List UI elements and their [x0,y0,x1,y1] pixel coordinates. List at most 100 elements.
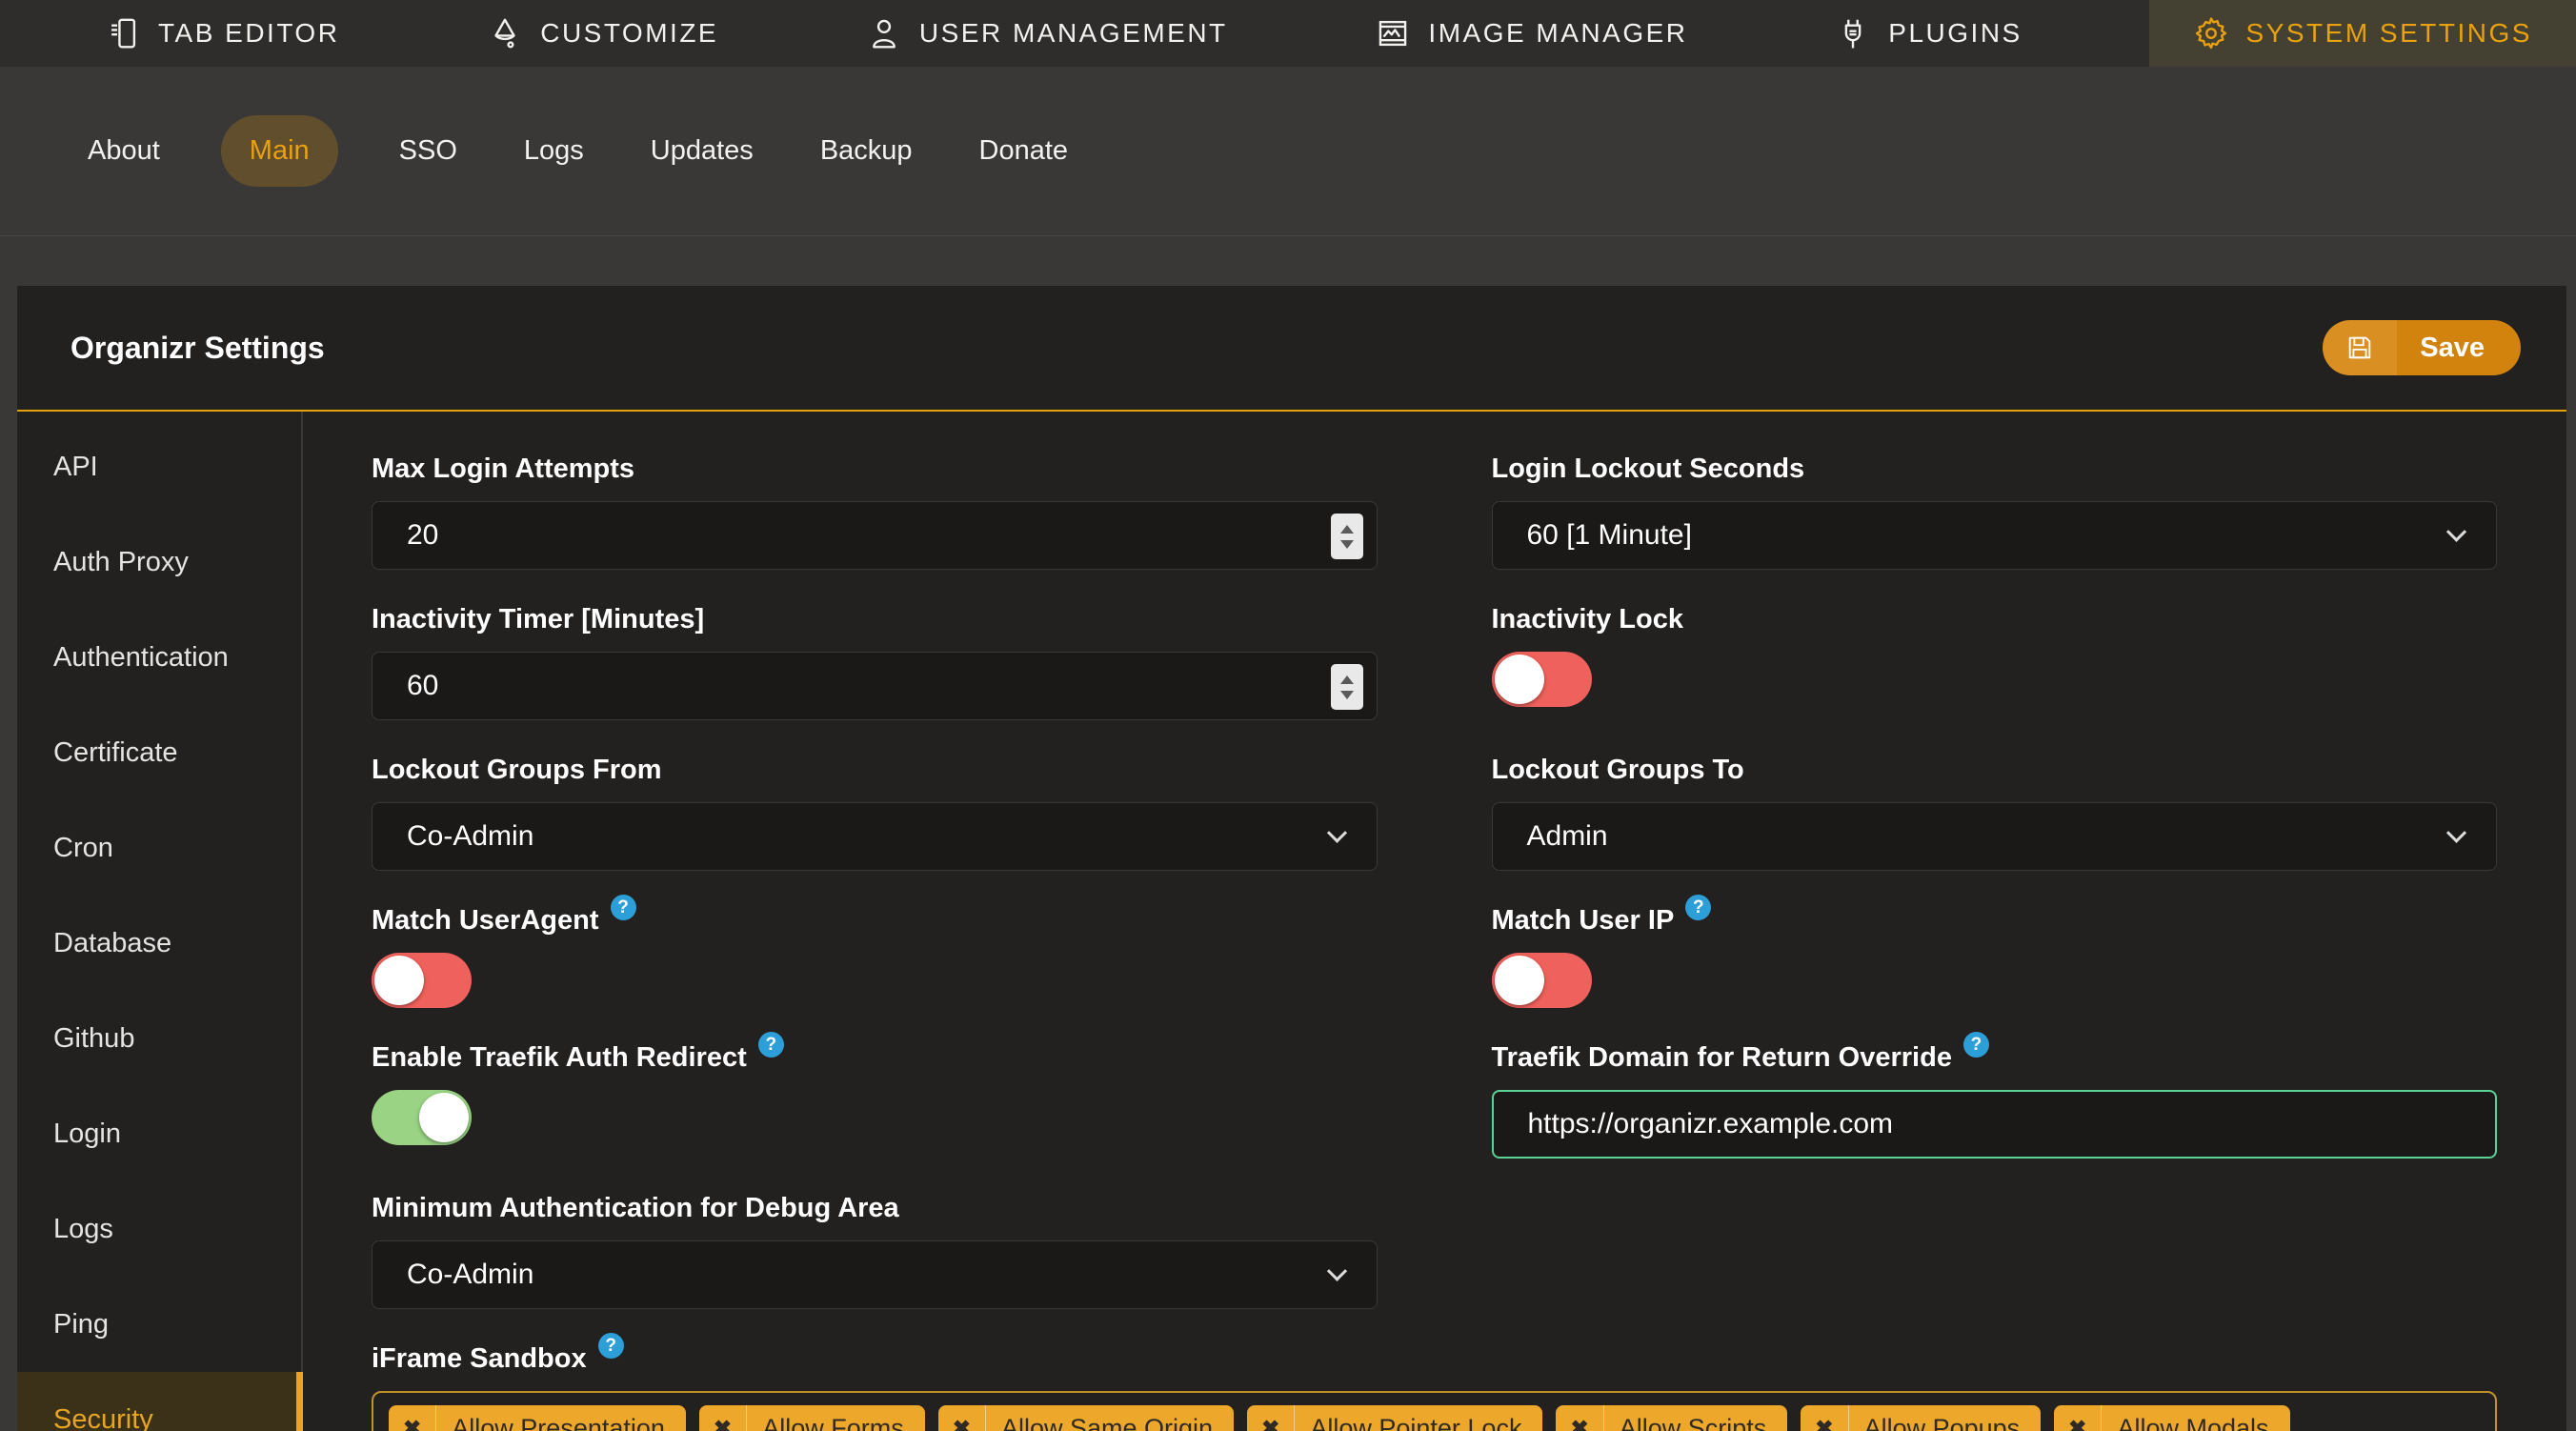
chevron-down-icon [2445,521,2467,542]
sidebar-item[interactable]: Ping [17,1277,301,1372]
subnav-link[interactable]: Donate [974,115,1075,187]
tag-remove-icon[interactable]: ✖ [2054,1405,2103,1431]
nav-label: IMAGE MANAGER [1428,18,1688,48]
tag-remove-icon[interactable]: ✖ [699,1405,748,1431]
sidebar-item[interactable]: Authentication [17,610,301,705]
lockout-groups-from-select[interactable]: Co-Admin [372,802,1378,871]
spinner-up-icon[interactable] [1339,675,1354,684]
organizr-settings-panel: Organizr Settings Save API Auth Proxy Au… [17,286,2566,1431]
number-spinner[interactable] [1330,664,1363,710]
subnav-gap [0,236,2576,286]
nav-customize[interactable]: CUSTOMIZE [466,0,739,67]
match-useragent-toggle[interactable] [372,953,472,1008]
enable-traefik-auth-redirect-toggle[interactable] [372,1090,472,1145]
tag-remove-icon[interactable]: ✖ [1801,1405,1849,1431]
sandbox-tag: ✖ Allow Scripts [1556,1405,1788,1431]
tag-label: Allow Same Origin [1000,1413,1214,1431]
max-login-attempts-input[interactable] [407,519,1352,552]
toggle-knob [419,1093,469,1142]
tag-remove-icon[interactable]: ✖ [938,1405,986,1431]
sidebar-item[interactable]: Github [17,991,301,1086]
inactivity-timer-input[interactable] [407,670,1352,702]
top-navigation-bar: TAB EDITOR CUSTOMIZE USER MANAGEMENT IMA… [0,0,2576,67]
field-label: Match UserAgent ? [372,895,1378,937]
sidebar-item[interactable]: Certificate [17,705,301,800]
field-label: Match User IP ? [1492,895,2498,937]
field-label: Inactivity Timer [Minutes] [372,604,705,635]
field-inactivity-timer: Inactivity Timer [Minutes] [372,602,1378,720]
nav-system-settings[interactable]: SYSTEM SETTINGS [2148,0,2576,67]
toggle-knob [374,956,424,1005]
nav-tab-editor[interactable]: TAB EDITOR [84,0,360,67]
gear-icon [2193,15,2229,51]
chevron-down-icon [1326,822,1347,843]
sidebar-item[interactable]: Login [17,1086,301,1181]
traefik-domain-input[interactable] [1527,1108,2470,1140]
save-button[interactable]: Save [2323,320,2521,375]
tab-editor-icon [105,15,141,51]
help-icon[interactable]: ? [1962,1032,1989,1058]
tag-remove-icon[interactable]: ✖ [1247,1405,1296,1431]
panel-body: API Auth Proxy Authentication Certificat… [17,412,2566,1431]
tag-label: Allow Pointer Lock [1310,1413,1522,1431]
nav-plugins[interactable]: PLUGINS [1814,0,2043,67]
sidebar-item[interactable]: Security [17,1372,303,1431]
spinner-down-icon[interactable] [1339,690,1354,699]
spinner-down-icon[interactable] [1339,539,1354,549]
sandbox-tag: ✖ Allow Presentation [389,1405,686,1431]
subnav-link[interactable]: SSO [393,115,463,187]
field-iframe-sandbox: iFrame Sandbox ? ✖ Allow Presentation ✖ … [372,1333,2497,1431]
page-title: Organizr Settings [70,330,325,365]
number-spinner[interactable] [1330,514,1363,559]
sandbox-tag: ✖ Allow Modals [2054,1405,2290,1431]
tag-label: Allow Modals [2117,1413,2269,1431]
nav-label: PLUGINS [1888,18,2023,48]
spinner-up-icon[interactable] [1339,524,1354,534]
field-label: Traefik Domain for Return Override ? [1492,1032,2498,1075]
save-label: Save [2397,320,2521,375]
subnav-link[interactable]: About [82,115,166,187]
help-icon[interactable]: ? [1685,895,1712,920]
login-lockout-seconds-select[interactable]: 60 [1 Minute] [1491,501,2497,570]
help-icon[interactable]: ? [757,1032,784,1058]
empty-cell [1492,1191,2498,1309]
field-label: iFrame Sandbox ? [372,1333,2497,1376]
subnav-link[interactable]: Updates [645,115,759,187]
inactivity-lock-toggle[interactable] [1491,652,1592,707]
select-value: 60 [1 Minute] [1526,519,1692,551]
nav-image-manager[interactable]: IMAGE MANAGER [1354,0,1708,67]
toggle-knob [1494,956,1544,1005]
min-auth-debug-select[interactable]: Co-Admin [372,1240,1378,1309]
chevron-down-icon [1326,1260,1347,1281]
subnav-link[interactable]: Main [220,115,338,187]
traefik-domain-input-wrap [1491,1090,2497,1159]
panel-header: Organizr Settings Save [17,286,2566,412]
field-label: Enable Traefik Auth Redirect ? [372,1032,1378,1075]
sidebar-item[interactable]: Database [17,896,301,991]
match-user-ip-toggle[interactable] [1491,953,1592,1008]
save-floppy-icon [2323,320,2398,375]
nav-user-management[interactable]: USER MANAGEMENT [845,0,1249,67]
select-value: Co-Admin [407,820,534,852]
sidebar-item[interactable]: Cron [17,800,301,896]
toggle-knob [1494,655,1544,704]
subnav-link[interactable]: Backup [815,115,918,187]
settings-subnav: About Main SSO Logs Updates Backup Donat… [0,67,2576,236]
iframe-sandbox-tag-input[interactable]: ✖ Allow Presentation ✖ Allow Forms ✖ All… [372,1391,2497,1431]
settings-sidebar: API Auth Proxy Authentication Certificat… [17,412,303,1431]
tag-remove-icon[interactable]: ✖ [1556,1405,1604,1431]
help-icon[interactable]: ? [610,895,636,920]
field-match-useragent: Match UserAgent ? [372,895,1378,1008]
sidebar-item[interactable]: Logs [17,1181,301,1277]
sandbox-tag: ✖ Allow Forms [698,1405,925,1431]
lockout-groups-to-select[interactable]: Admin [1491,802,2497,871]
subnav-link[interactable]: Logs [518,115,590,187]
nav-label: USER MANAGEMENT [918,18,1228,48]
field-max-login-attempts: Max Login Attempts [372,452,1378,570]
help-icon[interactable]: ? [597,1333,624,1359]
sidebar-item[interactable]: Auth Proxy [17,514,301,610]
field-label: Lockout Groups To [1491,755,1744,785]
tag-remove-icon[interactable]: ✖ [389,1405,437,1431]
field-label: Minimum Authentication for Debug Area [372,1193,899,1223]
sidebar-item[interactable]: API [17,419,301,514]
